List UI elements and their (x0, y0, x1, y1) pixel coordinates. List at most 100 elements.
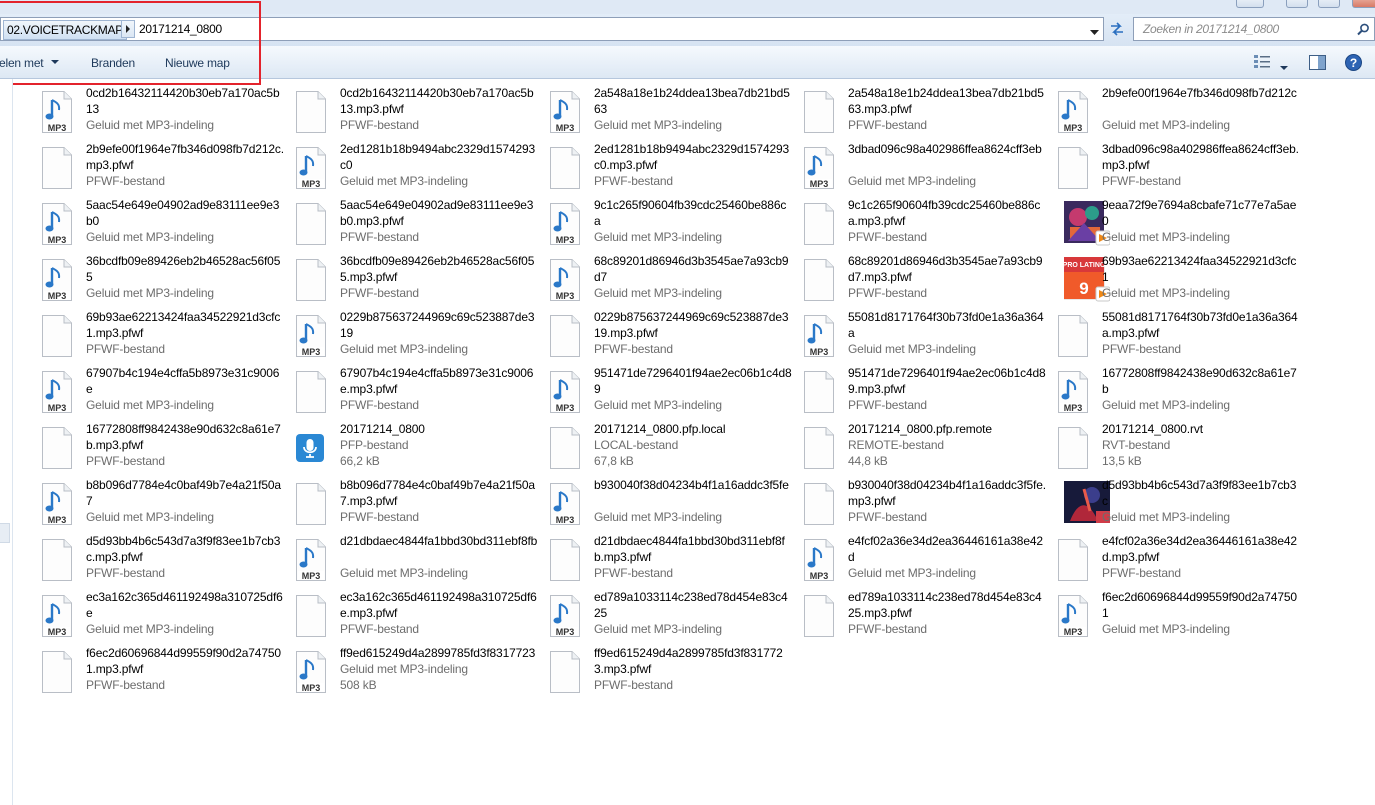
share-with-menu[interactable]: elen met (0, 56, 59, 70)
view-options-chevron-icon[interactable] (1280, 60, 1288, 74)
file-item[interactable]: 3dbad096c98a402986ffea8624cff3eb.mp3.pfw… (1056, 142, 1306, 196)
file-item[interactable]: MP3 b930040f38d04234b4f1a16addc3f5fe Gelu… (548, 478, 798, 532)
file-item[interactable]: MP3 2a548a18e1b24ddea13bea7db21bd563 Gelu… (548, 86, 798, 140)
file-item[interactable]: MP3 b8b096d7784e4c0baf49b7e4a21f50a7 Gelu… (40, 478, 290, 532)
file-item[interactable]: MP3 67907b4c194e4cffa5b8973e31c9006e Gelu… (40, 366, 290, 420)
file-item[interactable]: MP3 2ed1281b18b9494abc2329d1574293c0 Gelu… (294, 142, 544, 196)
breadcrumb-current-folder[interactable]: 20171214_0800 (139, 20, 222, 38)
file-item[interactable]: ed789a1033114c238ed78d454e83c425.mp3.pfw… (802, 590, 1052, 644)
file-item[interactable]: MP3 f6ec2d60696844d99559f90d2a747501 Gelu… (1056, 590, 1306, 644)
file-item[interactable]: MP3 d21dbdaec4844fa1bbd30bd311ebf8fb Gelu… (294, 534, 544, 588)
file-item[interactable]: 55081d8171764f30b73fd0e1a36a364a.mp3.pfw… (1056, 310, 1306, 364)
file-item[interactable]: 20171214_0800 PFP-bestand 66,2 kB (294, 422, 544, 476)
chevron-down-icon[interactable] (1090, 25, 1099, 39)
file-name: 2a548a18e1b24ddea13bea7db21bd563.mp3.pfw… (848, 86, 1044, 116)
file-item[interactable]: 9c1c265f90604fb39cdc25460be886ca.mp3.pfw… (802, 198, 1052, 252)
mp3-file-icon: MP3 (294, 314, 328, 358)
breadcrumb-voicetrackmap[interactable]: 02.VOICETRACKMAP (3, 20, 127, 40)
file-type: Geluid met MP3-indeling (1102, 622, 1230, 636)
file-type: Geluid met MP3-indeling (340, 174, 468, 188)
file-name: 9eaa72f9e7694a8cbafe71c77e7a5ae0 (1102, 198, 1297, 228)
file-item[interactable]: 5aac54e649e04902ad9e83111ee9e3b0.mp3.pfw… (294, 198, 544, 252)
minimize-button[interactable] (1286, 0, 1308, 8)
file-name: d21dbdaec4844fa1bbd30bd311ebf8fb.mp3.pfw… (594, 534, 785, 564)
file-item[interactable]: e4fcf02a36e34d2ea36446161a38e42d.mp3.pfw… (1056, 534, 1306, 588)
help-icon[interactable]: ? (1345, 54, 1362, 74)
file-type: PFWF-bestand (594, 566, 673, 580)
new-folder-button[interactable]: Nieuwe map (165, 56, 230, 70)
file-item[interactable]: MP3 ed789a1033114c238ed78d454e83c425 Gelu… (548, 590, 798, 644)
file-item[interactable]: d5d93bb4b6c543d7a3f9f83ee1b7cb3c Geluid m… (1056, 478, 1306, 532)
file-item[interactable]: 16772808ff9842438e90d632c8a61e7b.mp3.pfw… (40, 422, 290, 476)
file-item[interactable]: MP3 55081d8171764f30b73fd0e1a36a364a Gelu… (802, 310, 1052, 364)
file-item[interactable]: d21dbdaec4844fa1bbd30bd311ebf8fb.mp3.pfw… (548, 534, 798, 588)
file-item[interactable]: 2ed1281b18b9494abc2329d1574293c0.mp3.pfw… (548, 142, 798, 196)
change-view-icon[interactable] (1254, 55, 1270, 72)
file-item[interactable]: MP3 5aac54e649e04902ad9e83111ee9e3b0 Gelu… (40, 198, 290, 252)
file-item[interactable]: 2a548a18e1b24ddea13bea7db21bd563.mp3.pfw… (802, 86, 1052, 140)
file-item[interactable]: MP3 16772808ff9842438e90d632c8a61e7b Gelu… (1056, 366, 1306, 420)
mp3-file-icon: MP3 (548, 482, 582, 526)
file-item[interactable]: MP3 ec3a162c365d461192498a310725df6e Gelu… (40, 590, 290, 644)
close-button[interactable] (1352, 0, 1375, 8)
search-icon[interactable] (1357, 23, 1370, 39)
file-item[interactable]: 0229b875637244969c69c523887de319.mp3.pfw… (548, 310, 798, 364)
file-item[interactable]: 20171214_0800.pfp.remote REMOTE-bestand 44… (802, 422, 1052, 476)
mp3-file-icon: MP3 (40, 370, 74, 414)
svg-text:MP3: MP3 (48, 403, 67, 413)
file-item[interactable]: ec3a162c365d461192498a310725df6e.mp3.pfw… (294, 590, 544, 644)
navigation-pane[interactable] (0, 79, 13, 805)
file-item[interactable]: PRO LATINO 9 69b93ae62213424faa34522921d… (1056, 254, 1306, 308)
file-type: PFWF-bestand (86, 566, 165, 580)
file-item[interactable]: MP3 0cd2b16432114420b30eb7a170ac5b13 Gelu… (40, 86, 290, 140)
file-item[interactable]: 20171214_0800.rvt RVT-bestand 13,5 kB (1056, 422, 1306, 476)
file-item[interactable]: 36bcdfb09e89426eb2b46528ac56f055.mp3.pfw… (294, 254, 544, 308)
burn-button[interactable]: Branden (91, 56, 135, 70)
file-item[interactable]: d5d93bb4b6c543d7a3f9f83ee1b7cb3c.mp3.pfw… (40, 534, 290, 588)
file-item[interactable]: MP3 9c1c265f90604fb39cdc25460be886ca Gelu… (548, 198, 798, 252)
search-input[interactable]: Zoeken in 20171214_0800 (1143, 22, 1279, 36)
file-item[interactable]: 0cd2b16432114420b30eb7a170ac5b13.mp3.pfw… (294, 86, 544, 140)
search-box[interactable]: Zoeken in 20171214_0800 (1133, 17, 1375, 41)
file-item[interactable]: MP3 951471de7296401f94ae2ec06b1c4d89 Gelu… (548, 366, 798, 420)
address-bar[interactable]: 02.VOICETRACKMAP 20171214_0800 (0, 17, 1104, 41)
file-name: d5d93bb4b6c543d7a3f9f83ee1b7cb3c.mp3.pfw… (86, 534, 281, 564)
maximize-button[interactable] (1318, 0, 1340, 8)
file-item[interactable]: MP3 68c89201d86946d3b3545ae7a93cb9d7 Gelu… (548, 254, 798, 308)
file-item[interactable]: MP3 36bcdfb09e89426eb2b46528ac56f055 Gelu… (40, 254, 290, 308)
refresh-icon[interactable] (1106, 18, 1128, 40)
preview-pane-icon[interactable] (1309, 55, 1326, 73)
file-item[interactable]: ff9ed615249d4a2899785fd3f8317723.mp3.pfw… (548, 646, 798, 700)
file-item[interactable]: MP3 3dbad096c98a402986ffea8624cff3eb Gelu… (802, 142, 1052, 196)
file-name: 2ed1281b18b9494abc2329d1574293c0.mp3.pfw… (594, 142, 790, 172)
file-item[interactable]: b8b096d7784e4c0baf49b7e4a21f50a7.mp3.pfw… (294, 478, 544, 532)
file-item[interactable]: 67907b4c194e4cffa5b8973e31c9006e.mp3.pfw… (294, 366, 544, 420)
pane-splitter-handle[interactable] (0, 523, 10, 543)
file-type: Geluid met MP3-indeling (86, 286, 214, 300)
window-extra-button[interactable] (1236, 0, 1264, 8)
file-item[interactable]: 69b93ae62213424faa34522921d3cfc1.mp3.pfw… (40, 310, 290, 364)
file-type: Geluid met MP3-indeling (594, 286, 722, 300)
file-item[interactable]: MP3 2b9efe00f1964e7fb346d098fb7d212c Gelu… (1056, 86, 1306, 140)
file-item[interactable]: b930040f38d04234b4f1a16addc3f5fe.mp3.pfw… (802, 478, 1052, 532)
svg-text:MP3: MP3 (810, 571, 829, 581)
file-size: 66,2 kB (340, 454, 380, 468)
file-name: 9c1c265f90604fb39cdc25460be886ca.mp3.pfw… (848, 198, 1041, 228)
file-item[interactable]: 20171214_0800.pfp.local LOCAL-bestand 67,8… (548, 422, 798, 476)
command-bar: elen met Branden Nieuwe map ? (0, 46, 1375, 79)
file-item[interactable]: MP3 e4fcf02a36e34d2ea36446161a38e42d Gelu… (802, 534, 1052, 588)
file-item[interactable]: 9eaa72f9e7694a8cbafe71c77e7a5ae0 Geluid m… (1056, 198, 1306, 252)
file-item[interactable]: 2b9efe00f1964e7fb346d098fb7d212c.mp3.pfw… (40, 142, 290, 196)
svg-text:MP3: MP3 (48, 235, 67, 245)
file-item[interactable]: 68c89201d86946d3b3545ae7a93cb9d7.mp3.pfw… (802, 254, 1052, 308)
file-item[interactable]: MP3 0229b875637244969c69c523887de319 Gelu… (294, 310, 544, 364)
svg-text:?: ? (1350, 56, 1357, 70)
file-name: 16772808ff9842438e90d632c8a61e7b.mp3.pfw… (86, 422, 281, 452)
chevron-right-icon[interactable] (121, 20, 135, 38)
svg-text:MP3: MP3 (1064, 627, 1083, 637)
file-item[interactable]: f6ec2d60696844d99559f90d2a747501.mp3.pfw… (40, 646, 290, 700)
mp3-file-icon: MP3 (548, 258, 582, 302)
microphone-app-icon (294, 426, 328, 470)
file-item[interactable]: 951471de7296401f94ae2ec06b1c4d89.mp3.pfw… (802, 366, 1052, 420)
file-item[interactable]: MP3 ff9ed615249d4a2899785fd3f8317723 Gelu… (294, 646, 544, 700)
